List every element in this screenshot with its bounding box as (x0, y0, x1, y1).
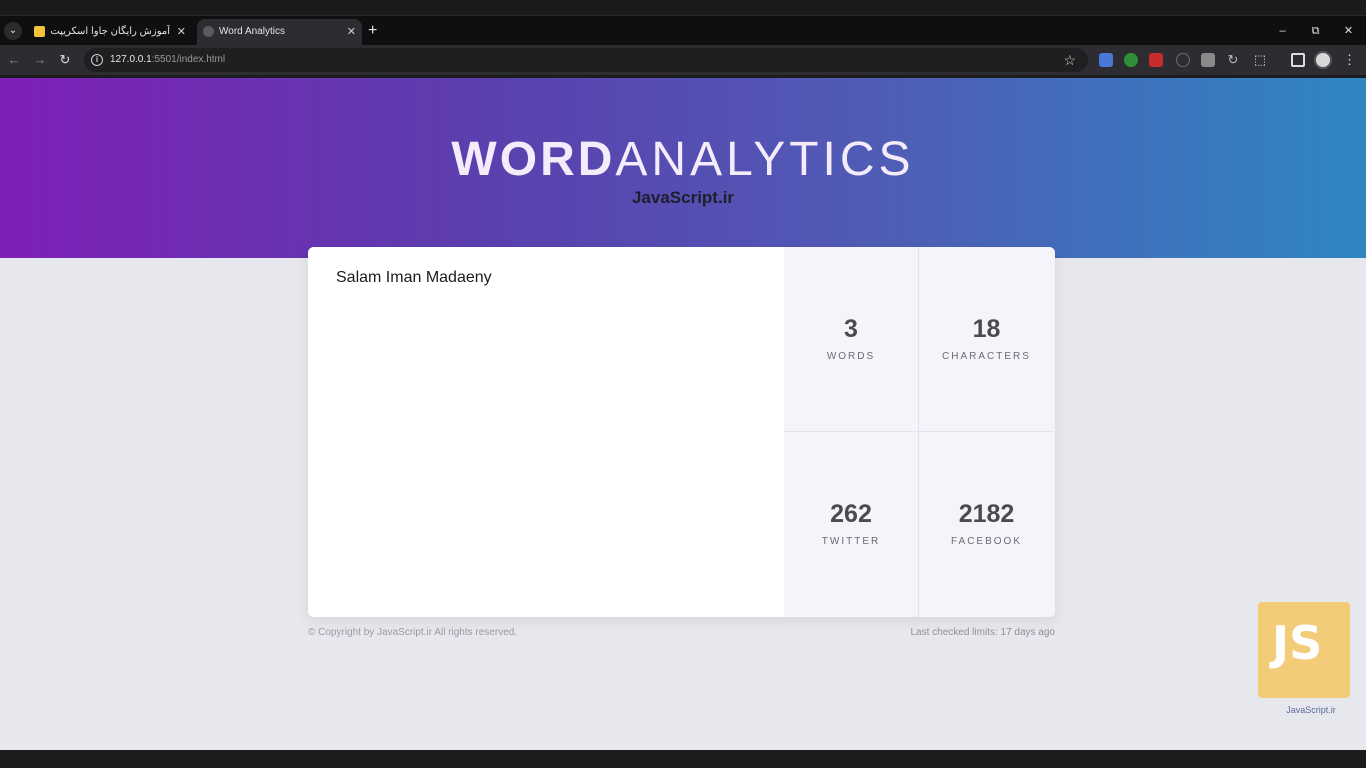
refresh-extension-icon[interactable]: ↻ (1226, 53, 1240, 67)
translate-extension-icon[interactable] (1099, 53, 1113, 67)
bookmark-star-icon[interactable]: ☆ (1063, 48, 1076, 72)
side-panel-icon[interactable] (1291, 53, 1305, 67)
stat-label: CHARACTERS (942, 351, 1031, 362)
stat-value: 3 (844, 315, 858, 343)
watermark-logo: JS (1272, 616, 1323, 670)
close-icon[interactable]: ✕ (177, 19, 186, 45)
browser-menu-icon[interactable]: ⋮ (1343, 51, 1356, 69)
stat-twitter: 262 TWITTER (784, 432, 919, 617)
js-favicon-icon (34, 26, 45, 37)
page-title: WORDANALYTICS (0, 136, 1366, 184)
stat-characters: 18 CHARACTERS (919, 247, 1054, 432)
forward-button[interactable]: → (32, 51, 48, 69)
page-viewport: WORDANALYTICS JavaScript.ir Salam Iman M… (0, 78, 1366, 750)
stat-value: 262 (830, 500, 872, 528)
taskbar-strip (0, 750, 1366, 768)
url-host: 127.0.0.1 (110, 54, 152, 65)
window-top-strip (0, 0, 1366, 15)
reload-button[interactable]: ↻ (57, 51, 73, 69)
site-info-icon[interactable]: i (91, 54, 103, 66)
restore-button[interactable]: ⧉ (1299, 16, 1332, 46)
stat-facebook: 2182 FACEBOOK (919, 432, 1054, 617)
javascript-ir-watermark: JS JavaScript.ir (1258, 602, 1354, 722)
globe-icon (203, 26, 214, 37)
tab-title: آموزش رایگان جاوا اسکریپت از مقدماتی (50, 26, 170, 37)
stats-panel: 3 WORDS 18 CHARACTERS 262 TWITTER 2182 F… (784, 247, 1055, 617)
text-input[interactable]: Salam Iman Madaeny (308, 247, 784, 617)
camera-extension-icon[interactable] (1201, 53, 1215, 67)
extension-icon[interactable] (1176, 53, 1190, 67)
window-close-button[interactable]: ✕ (1332, 16, 1365, 46)
url-text[interactable]: 127.0.0.1:5501/index.html (110, 48, 225, 72)
stat-value: 18 (972, 315, 1001, 343)
address-bar[interactable]: i 127.0.0.1:5501/index.html ☆ (84, 48, 1088, 72)
tab-javascript-course[interactable]: آموزش رایگان جاوا اسکریپت از مقدماتی ✕ (28, 19, 192, 45)
close-icon[interactable]: ✕ (347, 19, 356, 45)
stat-label: TWITTER (821, 536, 881, 547)
brand-bold: WORD (451, 133, 616, 186)
back-button[interactable]: ← (6, 51, 22, 69)
last-checked-text: Last checked limits: 17 days ago (910, 627, 1055, 638)
minimize-button[interactable]: – (1266, 16, 1299, 46)
new-tab-button[interactable]: + (368, 20, 377, 42)
tab-bar: ⌄ آموزش رایگان جاوا اسکریپت از مقدماتی ✕… (0, 15, 1366, 45)
tab-word-analytics[interactable]: Word Analytics ✕ (197, 19, 362, 45)
extensions-puzzle-icon[interactable]: ⬚ (1253, 53, 1267, 67)
copyright-text: © Copyright by JavaScript.ir All rights … (308, 627, 518, 638)
analytics-card: Salam Iman Madaeny 3 WORDS 18 CHARACTERS… (308, 247, 1055, 617)
extension-icon[interactable] (1124, 53, 1138, 67)
address-toolbar: ← → ↻ i 127.0.0.1:5501/index.html ☆ ↻ ⬚ … (0, 45, 1366, 75)
stat-value: 2182 (958, 500, 1015, 528)
stat-label: WORDS (826, 351, 876, 362)
tab-search-button[interactable]: ⌄ (4, 22, 22, 40)
brand-light: ANALYTICS (615, 133, 915, 186)
page-subtitle: JavaScript.ir (631, 188, 735, 207)
watermark-label: JavaScript.ir (1286, 705, 1336, 715)
hero-header: WORDANALYTICS JavaScript.ir (0, 78, 1366, 258)
tab-title: Word Analytics (219, 26, 285, 37)
stat-label: FACEBOOK (950, 536, 1022, 547)
profile-avatar[interactable] (1314, 51, 1332, 69)
extension-badge-icon[interactable] (1149, 53, 1163, 67)
url-path: :5501/index.html (151, 54, 226, 65)
stat-words: 3 WORDS (784, 247, 919, 432)
